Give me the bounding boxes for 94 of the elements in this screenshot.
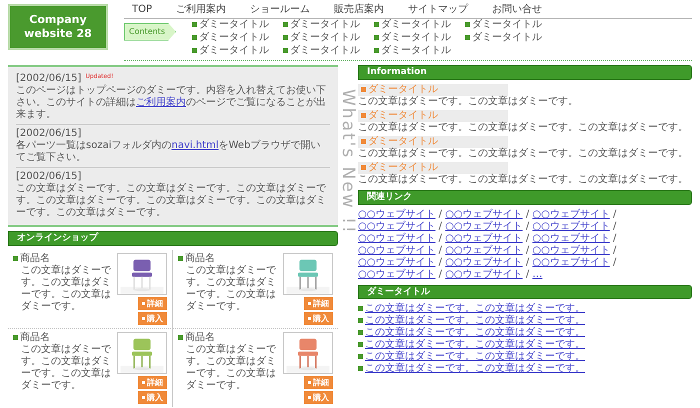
section-header: 関連リンク [358, 190, 692, 205]
bullet-icon [13, 334, 18, 340]
news-date: [2002/06/15] [16, 171, 82, 182]
site-link[interactable]: ○○ウェブサイト [358, 268, 436, 280]
bullet-icon [178, 334, 183, 340]
content-link[interactable]: ダミータイトル [198, 45, 269, 56]
bullet-icon [192, 34, 197, 40]
site-link[interactable]: ○○ウェブサイト [532, 232, 610, 244]
product-description: この文章はダミーです。この文章はダミーです。この文章はダミーです。 [20, 344, 112, 392]
site-link[interactable]: ○○ウェブサイト [532, 256, 610, 268]
product-name: 商品名 [185, 332, 215, 343]
bullet-icon [361, 112, 366, 118]
site-link[interactable]: ○○ウェブサイト [358, 256, 436, 268]
product-name: 商品名 [20, 252, 50, 264]
site-link[interactable]: ○○ウェブサイト [445, 244, 523, 256]
product-description: この文章はダミーです。この文章はダミーです。この文章はダミーです。 [185, 344, 277, 392]
item-text: この文章はダミーです。この文章はダミーです。 [358, 96, 579, 108]
news-text: この文章はダミーです。この文章はダミーです。この文章はダミーです。この文章はダミーです。この文章はダミーです。この文章はダミーです。この文章はダミーです。 [16, 183, 327, 219]
site-link[interactable]: ○○ウェブサイト [358, 220, 436, 232]
nav-link[interactable]: TOP [132, 4, 152, 16]
news-date: [2002/06/15] [16, 73, 82, 84]
bullet-icon [282, 22, 288, 27]
section-header: オンラインショップ [8, 231, 338, 246]
bullet-icon [358, 318, 363, 324]
bullet-icon [464, 34, 470, 40]
text-link[interactable]: ご利用案内 [136, 97, 186, 108]
site-link[interactable]: ○○ウェブサイト [445, 268, 523, 280]
nav-link[interactable]: お問い合せ [492, 4, 542, 16]
list-link[interactable]: この文章はダミーです。この文章はダミーです。 [365, 327, 585, 338]
bullet-icon [13, 256, 18, 261]
site-link[interactable]: ○○ウェブサイト [532, 244, 610, 256]
product-name: 商品名 [20, 332, 50, 343]
bullet-icon [178, 256, 183, 261]
news-text: 各パーツ一覧はsozaiフォルダ内のnavi.htmlをWebブラウザで開いてご覧下さい。 [16, 140, 322, 164]
bullet-icon [361, 86, 366, 92]
news-date: [2002/06/15] [16, 128, 82, 139]
list-link[interactable]: この文章はダミーです。この文章はダミーです。 [365, 351, 585, 362]
site-link[interactable]: ○○ウェブサイト [358, 244, 436, 256]
bullet-icon [361, 164, 366, 170]
product-description: この文章はダミーです。この文章はダミーです。この文章はダミーです。 [20, 264, 112, 313]
list-link[interactable]: この文章はダミーです。この文章はダミーです。 [365, 339, 585, 350]
news-text: このページはトップページのダミーです。内容を入れ替えてお使い下さい。このサイトの詳細はご利用案内のページでご覧になることが出来ます。 [16, 85, 327, 121]
bullet-icon [192, 48, 197, 53]
item-text: この文章はダミーです。この文章はダミーです。この文章はダミーです。 [358, 174, 689, 186]
bullet-icon [358, 354, 363, 360]
item-text: この文章はダミーです。この文章はダミーです。この文章はダミーです。 [358, 122, 689, 134]
nav-link[interactable]: 販売店案内 [334, 4, 384, 16]
content-link[interactable]: ダミータイトル [380, 19, 451, 30]
content-link[interactable]: ダミータイトル [198, 32, 269, 43]
section-header: Information [358, 65, 692, 80]
content-link[interactable]: ダミータイトル [380, 32, 451, 43]
bullet-icon [374, 22, 379, 27]
site-link[interactable]: ○○ウェブサイト [358, 208, 436, 220]
list-link[interactable]: この文章はダミーです。この文章はダミーです。 [365, 363, 585, 374]
bullet-icon [374, 34, 379, 40]
logo[interactable]: Company website 28 [8, 4, 108, 50]
list-link[interactable]: この文章はダミーです。この文章はダミーです。 [365, 303, 585, 314]
section-header: ダミータイトル [358, 284, 692, 300]
product-name: 商品名 [185, 252, 215, 264]
site-link[interactable]: ○○ウェブサイト [445, 208, 523, 220]
product-description: この文章はダミーです。この文章はダミーです。この文章はダミーです。 [185, 264, 277, 313]
site-link[interactable]: … [532, 268, 542, 280]
bullet-icon [464, 22, 470, 27]
text-link[interactable]: navi.html [171, 140, 219, 151]
site-link[interactable]: ○○ウェブサイト [445, 220, 523, 232]
site-link[interactable]: ○○ウェブサイト [532, 208, 610, 220]
vertical-label: What's New !! [338, 89, 358, 237]
site-link[interactable]: ○○ウェブサイト [532, 220, 610, 232]
bullet-icon [374, 48, 379, 53]
bullet-icon [358, 342, 363, 348]
site-link[interactable]: ○○ウェブサイト [445, 256, 523, 268]
content-link[interactable]: ダミータイトル [290, 45, 360, 56]
bullet-icon [358, 306, 363, 312]
content-link[interactable]: ダミータイトル [472, 32, 542, 43]
bullet-icon [192, 22, 197, 27]
bullet-icon [361, 138, 366, 144]
item-text: この文章はダミーです。この文章はダミーです。この文章はダミーです。 [358, 148, 689, 160]
bullet-icon [282, 34, 288, 40]
bullet-icon [358, 366, 363, 372]
bullet-icon [282, 48, 288, 53]
site-link[interactable]: ○○ウェブサイト [358, 232, 436, 244]
content-link[interactable]: ダミータイトル [198, 19, 269, 30]
nav-link[interactable]: ご利用案内 [176, 4, 226, 16]
content-link[interactable]: ダミータイトル [380, 45, 451, 56]
content-link[interactable]: ダミータイトル [472, 19, 542, 30]
related-links-text: ○○ウェブサイト / ○○ウェブサイト / ○○ウェブサイト / ○○ウェブサイト / ○○ウェブサイト / ○○ウェブサイト / ○○ウェブサイト / ○○ウェブサイト / ○○ウェブサイト / ○○ウェブサイト / ○○ウェブサイト / ○○ウェブサイト / ○○ウェブサイト / ○○ウェブサイト / ○○ウェブサイト / ○○ウェブサイト / ○○ウェブサイト / … [358, 208, 618, 281]
contents-tag: Contents [124, 23, 176, 41]
list-link[interactable]: この文章はダミーです。この文章はダミーです。 [365, 315, 585, 326]
content-link[interactable]: ダミータイトル [290, 19, 360, 30]
bullet-icon [358, 330, 363, 336]
content-link[interactable]: ダミータイトル [290, 32, 360, 43]
nav-link[interactable]: ショールーム [250, 4, 310, 16]
site-link[interactable]: ○○ウェブサイト [445, 232, 523, 244]
nav-link[interactable]: サイトマップ [408, 4, 468, 16]
